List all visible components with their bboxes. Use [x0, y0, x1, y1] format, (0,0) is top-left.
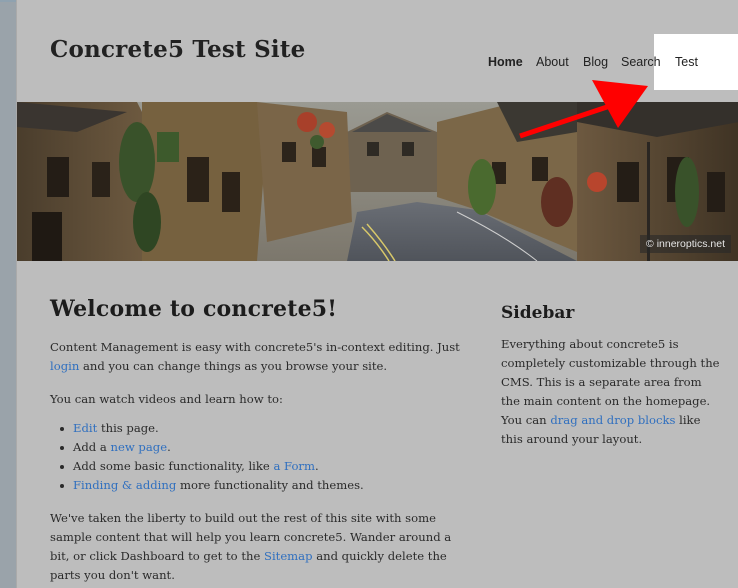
nav-item-about[interactable]: About	[536, 55, 569, 69]
list-item: Finding & adding more functionality and …	[58, 476, 460, 495]
drag-drop-link[interactable]: drag and drop blocks	[550, 413, 675, 427]
nav-item-home[interactable]: Home	[488, 55, 523, 69]
list-item: Edit this page.	[58, 419, 460, 438]
sidebar-heading: Sidebar	[501, 303, 575, 323]
main-nav: Home About Blog Search Test	[17, 55, 738, 73]
nav-item-test[interactable]: Test	[675, 55, 698, 69]
sidebar-paragraph: Everything about concrete5 is completely…	[501, 335, 721, 449]
list-item-text: .	[314, 459, 319, 473]
finding-adding-link[interactable]: Finding & adding	[73, 478, 176, 492]
hero-image: © inneroptics.net	[17, 102, 738, 261]
edit-link[interactable]: Edit	[73, 421, 97, 435]
list-item-text: more functionality and themes.	[176, 478, 364, 492]
sitemap-link[interactable]: Sitemap	[264, 549, 313, 563]
list-item-text: .	[167, 440, 171, 454]
intro-text: Content Management is easy with concrete…	[50, 340, 460, 354]
intro-text-end: and you can change things as you browse …	[79, 359, 388, 373]
village-street-photo	[17, 102, 738, 261]
list-item: Add some basic functionality, like a For…	[58, 457, 460, 476]
sitemap-paragraph: We've taken the liberty to build out the…	[50, 509, 460, 585]
main-content: Welcome to concrete5! Content Management…	[50, 296, 460, 588]
form-link[interactable]: a Form	[273, 459, 315, 473]
list-item-text: this page.	[97, 421, 159, 435]
nav-item-search[interactable]: Search	[621, 55, 661, 69]
howto-list: Edit this page. Add a new page. Add some…	[58, 419, 460, 495]
nav-item-blog[interactable]: Blog	[583, 55, 608, 69]
list-item: Add a new page.	[58, 438, 460, 457]
list-item-text: Add a	[73, 440, 111, 454]
list-item-text: Add some basic functionality, like	[73, 459, 274, 473]
new-page-link[interactable]: new page	[111, 440, 168, 454]
sidebar: Sidebar Everything about concrete5 is co…	[501, 303, 721, 449]
videos-paragraph: You can watch videos and learn how to:	[50, 392, 283, 406]
photo-credit: © inneroptics.net	[640, 235, 731, 253]
intro-paragraph: Content Management is easy with concrete…	[50, 338, 460, 376]
page: Concrete5 Test Site Home About Blog Sear…	[16, 0, 738, 588]
login-link[interactable]: login	[50, 359, 79, 373]
page-heading: Welcome to concrete5!	[50, 296, 338, 322]
